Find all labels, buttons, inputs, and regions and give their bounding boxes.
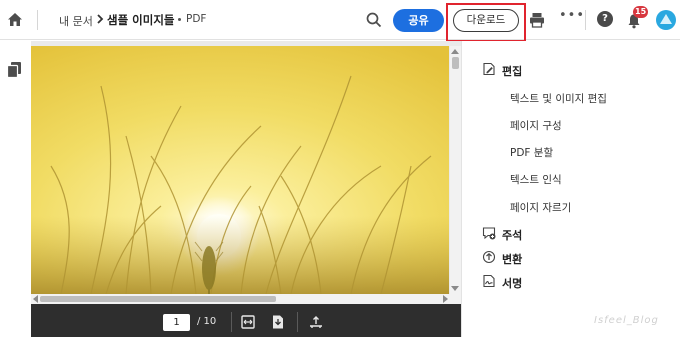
left-rail [0, 41, 31, 337]
zoom-tool-icon[interactable] [308, 314, 324, 330]
highlight-box [446, 3, 526, 42]
sign-section-label: 서명 [502, 277, 523, 290]
convert-section-label: 변환 [502, 253, 523, 266]
page-number-input[interactable]: 1 [163, 314, 190, 331]
divider [585, 10, 586, 30]
file-type-label: PDF [186, 13, 207, 25]
vertical-scrollbar-thumb[interactable] [452, 57, 459, 69]
avatar-icon [660, 14, 672, 24]
edit-pdf-icon [483, 62, 495, 76]
chevron-right-icon [97, 14, 104, 24]
print-icon[interactable] [528, 11, 546, 29]
page-total-label: / 10 [197, 316, 217, 327]
convert-icon [482, 250, 496, 264]
search-icon[interactable] [365, 11, 383, 29]
top-toolbar: 내 문서 샘플 이미지들 PDF 공유 다운로드 ••• ? 15 [0, 0, 680, 42]
organize-pages-item[interactable]: 페이지 구성 [510, 118, 562, 133]
separator-dot [178, 18, 181, 21]
home-icon[interactable] [6, 11, 24, 29]
notification-badge: 15 [633, 6, 649, 18]
fit-page-icon[interactable] [270, 314, 286, 330]
document-page-image [31, 46, 449, 294]
help-icon[interactable]: ? [597, 11, 613, 27]
watermark-text: Isfeel_Blog [594, 315, 659, 326]
divider [37, 10, 38, 30]
avatar[interactable] [656, 10, 676, 30]
more-options-icon[interactable]: ••• [559, 9, 584, 27]
scroll-right-arrow-icon[interactable] [443, 295, 448, 303]
crop-pages-item[interactable]: 페이지 자르기 [510, 200, 571, 215]
document-title: 샘플 이미지들 [107, 13, 175, 27]
vertical-scrollbar[interactable] [450, 46, 461, 294]
edit-text-images-item[interactable]: 텍스트 및 이미지 편집 [510, 91, 607, 106]
scroll-left-arrow-icon[interactable] [33, 295, 38, 303]
scroll-up-arrow-icon[interactable] [451, 49, 459, 54]
wheat-sunset-photo [31, 46, 449, 294]
recognize-text-item[interactable]: 텍스트 인식 [510, 172, 562, 187]
divider [297, 312, 298, 332]
scroll-down-arrow-icon[interactable] [451, 286, 459, 291]
horizontal-scrollbar-thumb[interactable] [40, 296, 276, 302]
split-pdf-item[interactable]: PDF 분할 [510, 145, 553, 160]
page-thumbnails-icon[interactable] [6, 61, 22, 79]
share-button[interactable]: 공유 [393, 9, 444, 32]
comment-section-label: 주석 [502, 229, 523, 242]
edit-section-label: 편집 [502, 65, 523, 78]
fit-width-icon[interactable] [240, 314, 256, 330]
breadcrumb-my-documents[interactable]: 내 문서 [59, 13, 93, 29]
divider [231, 312, 232, 332]
comment-icon [482, 227, 496, 240]
tools-panel [461, 41, 680, 337]
signature-icon [483, 274, 495, 288]
